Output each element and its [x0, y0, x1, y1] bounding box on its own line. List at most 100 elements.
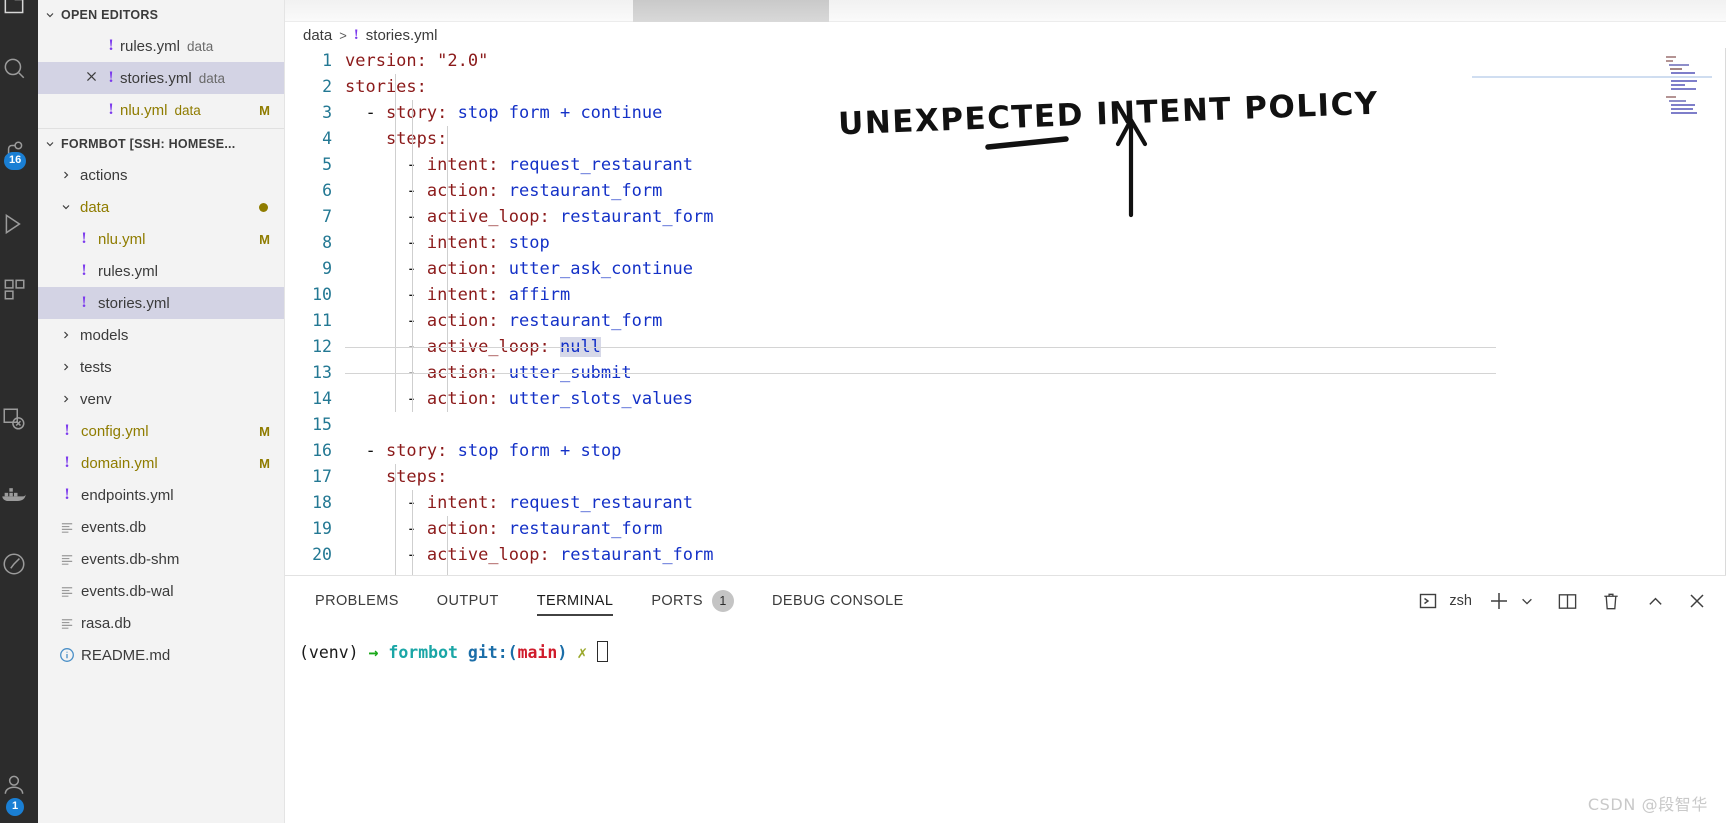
close-icon[interactable]	[80, 70, 102, 86]
open-editor-item-rules[interactable]: ! rules.yml data	[38, 30, 284, 62]
code-text: - story: stop form + stop	[345, 438, 621, 464]
breadcrumb-folder[interactable]: data	[303, 27, 332, 44]
open-editors-header[interactable]: OPEN EDITORS	[38, 0, 284, 30]
tree-item-data[interactable]: data	[38, 191, 284, 223]
tree-item-events-db[interactable]: events.db	[38, 511, 284, 543]
code-line[interactable]: 10 - intent: affirm	[285, 282, 1726, 308]
tree-item-label: stories.yml	[98, 294, 170, 312]
tab-problems[interactable]: PROBLEMS	[315, 576, 399, 626]
trash-icon[interactable]	[1596, 586, 1626, 616]
terminal-output[interactable]: (venv) → formbot git:(main) ✗	[285, 626, 1726, 823]
tree-item-readme-md[interactable]: README.md	[38, 639, 284, 671]
tab-output[interactable]: OUTPUT	[437, 576, 499, 626]
code-lines[interactable]: 1 version: "2.0" 2 stories: 3 - story: stop …	[285, 48, 1726, 575]
yaml-file-icon: !	[353, 26, 359, 43]
split-editor-icon[interactable]	[1552, 586, 1582, 616]
terminal-venv: (venv)	[299, 643, 359, 662]
tab-label: DEBUG CONSOLE	[772, 593, 904, 609]
tree-item-domain-yml[interactable]: ! domain.yml M	[38, 447, 284, 479]
workspace-header[interactable]: FORMBOT [SSH: HOMESE...	[38, 129, 284, 159]
terminal-arrow-icon: →	[368, 643, 379, 662]
tree-item-nlu-yml[interactable]: ! nlu.yml M	[38, 223, 284, 255]
code-token: -	[345, 259, 427, 279]
code-line[interactable]: 8 - intent: stop	[285, 230, 1726, 256]
database-file-icon	[58, 616, 76, 631]
code-line[interactable]: 11 - action: restaurant_form	[285, 308, 1726, 334]
code-token: action:	[426, 519, 499, 539]
code-token: story:	[385, 441, 448, 461]
code-token: stop form + stop	[457, 441, 622, 461]
code-text: - action: utter_ask_continue	[345, 256, 693, 282]
run-debug-icon[interactable]	[0, 200, 38, 248]
open-editor-item-nlu[interactable]: ! nlu.yml data M	[38, 94, 284, 126]
tree-item-endpoints-yml[interactable]: ! endpoints.yml	[38, 479, 284, 511]
minimap[interactable]	[1472, 54, 1712, 114]
tree-item-actions[interactable]: actions	[38, 159, 284, 191]
terminal-icon[interactable]	[1413, 586, 1443, 616]
code-token: -	[345, 441, 386, 461]
docker-icon[interactable]	[0, 470, 38, 518]
code-line[interactable]: 15	[285, 412, 1726, 438]
code-token: stop form + continue	[457, 103, 663, 123]
code-line[interactable]: 16 - story: stop form + stop	[285, 438, 1726, 464]
tree-item-rules-yml[interactable]: ! rules.yml	[38, 255, 284, 287]
tree-item-venv[interactable]: venv	[38, 383, 284, 415]
code-token: -	[345, 155, 427, 175]
testing-icon[interactable]	[0, 540, 38, 588]
code-line[interactable]: 6 - action: restaurant_form	[285, 178, 1726, 204]
tree-item-events-db-wal[interactable]: events.db-wal	[38, 575, 284, 607]
minimap-slider[interactable]	[1472, 76, 1712, 78]
line-number: 2	[322, 77, 332, 96]
code-line[interactable]: 9 - action: utter_ask_continue	[285, 256, 1726, 282]
tree-item-models[interactable]: models	[38, 319, 284, 351]
yaml-file-icon: !	[64, 422, 70, 439]
editor-tab-active[interactable]	[633, 0, 829, 22]
code-line[interactable]: 7 - active_loop: restaurant_form	[285, 204, 1726, 230]
chevron-up-icon[interactable]	[1640, 586, 1670, 616]
tab-ports[interactable]: PORTS 1	[651, 576, 735, 626]
files-explorer-icon[interactable]	[0, 0, 38, 30]
markdown-info-icon	[58, 647, 76, 663]
chevron-down-icon[interactable]	[1516, 586, 1538, 616]
search-icon[interactable]	[0, 44, 38, 92]
remote-explorer-icon[interactable]	[0, 395, 38, 443]
code-line[interactable]: 1 version: "2.0"	[285, 48, 1726, 74]
line-number: 14	[312, 389, 332, 408]
code-line[interactable]: 18 - intent: request_restaurant	[285, 490, 1726, 516]
code-editor[interactable]: 1 version: "2.0" 2 stories: 3 - story: stop …	[285, 48, 1726, 575]
code-token: -	[345, 389, 427, 409]
extensions-icon[interactable]	[0, 265, 38, 313]
plus-icon[interactable]	[1484, 586, 1514, 616]
tree-item-stories-yml[interactable]: ! stories.yml	[38, 287, 284, 319]
accounts-badge: 1	[6, 798, 24, 816]
tree-item-config-yml[interactable]: ! config.yml M	[38, 415, 284, 447]
code-line[interactable]: 3 - story: stop form + continue	[285, 100, 1726, 126]
breadcrumb-file[interactable]: stories.yml	[366, 27, 438, 44]
terminal-cursor	[597, 641, 609, 662]
terminal-shell-label[interactable]: zsh	[1449, 593, 1472, 609]
code-line[interactable]: 5 - intent: request_restaurant	[285, 152, 1726, 178]
open-editors-title: OPEN EDITORS	[61, 8, 159, 22]
chevron-down-icon	[42, 7, 58, 23]
open-editor-item-stories[interactable]: ! stories.yml data	[38, 62, 284, 94]
editor-group: data > ! stories.yml 1 version: "2.0" 2 sto…	[285, 0, 1726, 823]
code-line[interactable]: 4 steps:	[285, 126, 1726, 152]
modified-flag: M	[259, 455, 270, 471]
code-line[interactable]: 17 steps:	[285, 464, 1726, 490]
close-icon[interactable]	[1682, 586, 1712, 616]
code-line[interactable]: 19 - action: restaurant_form	[285, 516, 1726, 542]
code-line[interactable]: 20 - active_loop: restaurant_form	[285, 542, 1726, 568]
code-line[interactable]: 14 - action: utter_slots_values	[285, 386, 1726, 412]
tab-debug-console[interactable]: DEBUG CONSOLE	[772, 576, 904, 626]
code-token: action:	[426, 259, 499, 279]
chevron-right-icon	[58, 393, 74, 405]
tab-terminal[interactable]: TERMINAL	[536, 576, 614, 626]
tree-item-events-db-shm[interactable]: events.db-shm	[38, 543, 284, 575]
tree-item-rasa-db[interactable]: rasa.db	[38, 607, 284, 639]
tree-item-tests[interactable]: tests	[38, 351, 284, 383]
